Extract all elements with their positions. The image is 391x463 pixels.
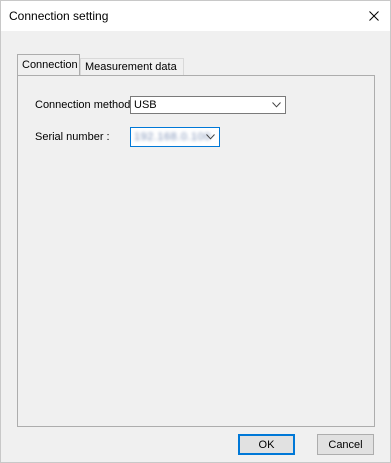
dialog-title: Connection setting — [9, 9, 109, 23]
serial-number-label: Serial number : — [35, 131, 110, 143]
connection-method-value: USB — [134, 99, 157, 111]
connection-method-select[interactable]: USB — [130, 96, 286, 114]
connection-setting-dialog: Connection setting Connection Measuremen… — [0, 0, 391, 463]
close-icon — [369, 11, 379, 21]
serial-number-value: 192.168.0.100 — [134, 131, 211, 143]
connection-tab-panel: Connection method : USB Serial number : … — [17, 75, 375, 427]
serial-number-select[interactable]: 192.168.0.100 — [130, 127, 220, 147]
tab-measurement-data[interactable]: Measurement data — [80, 58, 184, 75]
ok-button[interactable]: OK — [238, 434, 295, 455]
chevron-down-icon[interactable] — [206, 134, 215, 140]
close-button[interactable] — [358, 1, 390, 31]
chevron-down-icon[interactable] — [272, 102, 281, 108]
cancel-button[interactable]: Cancel — [317, 434, 374, 455]
connection-method-label: Connection method : — [35, 99, 137, 111]
title-bar[interactable]: Connection setting — [1, 1, 390, 31]
tab-connection[interactable]: Connection — [17, 54, 80, 75]
